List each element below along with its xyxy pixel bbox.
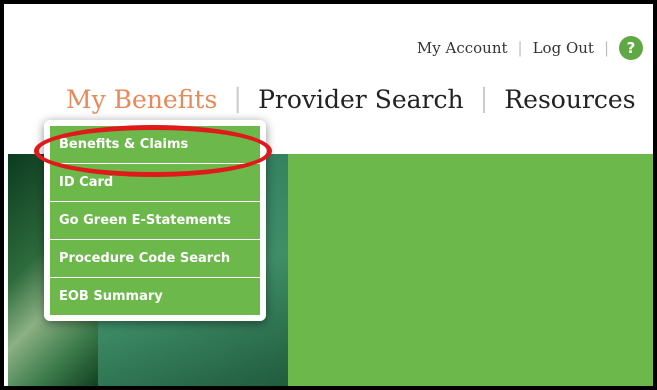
menu-item-go-green-e-statements[interactable]: Go Green E-Statements <box>50 202 260 240</box>
separator: | <box>603 39 609 57</box>
separator: | <box>479 84 489 114</box>
menu-item-eob-summary[interactable]: EOB Summary <box>50 278 260 315</box>
tab-provider-search[interactable]: Provider Search <box>258 85 464 114</box>
separator: | <box>517 39 523 57</box>
highlight-circle <box>34 125 272 177</box>
tab-resources[interactable]: Resources <box>504 85 635 114</box>
log-out-link[interactable]: Log Out <box>533 39 594 57</box>
menu-item-procedure-code-search[interactable]: Procedure Code Search <box>50 240 260 278</box>
screenshot-frame: My Account | Log Out | ? My Benefits | P… <box>0 0 657 390</box>
separator: | <box>233 84 243 114</box>
my-account-link[interactable]: My Account <box>417 39 508 57</box>
main-nav: My Benefits | Provider Search | Resource… <box>66 84 636 114</box>
help-icon[interactable]: ? <box>619 36 643 60</box>
utility-nav: My Account | Log Out | ? <box>417 36 643 60</box>
tab-my-benefits[interactable]: My Benefits <box>66 85 217 114</box>
